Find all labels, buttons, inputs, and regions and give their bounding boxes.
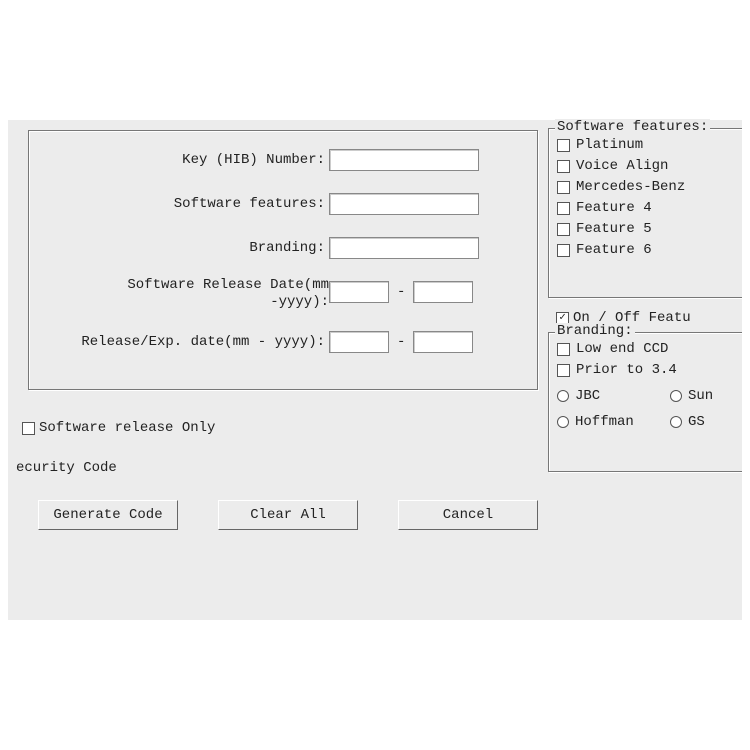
radio-icon: [557, 416, 569, 428]
branding-jbc[interactable]: JBC: [557, 388, 662, 404]
feature-6[interactable]: Feature 6: [557, 242, 742, 258]
branding-prior-to-34[interactable]: Prior to 3.4: [557, 362, 742, 378]
branding-sun[interactable]: Sun: [670, 388, 713, 404]
release-date-label: Software Release Date(mm -yyyy):: [29, 277, 329, 311]
exp-date-label: Release/Exp. date(mm - yyyy):: [29, 334, 329, 350]
cancel-button[interactable]: Cancel: [398, 500, 538, 530]
dash-1: -: [389, 284, 413, 300]
branding-label: Branding:: [29, 240, 329, 256]
features-input[interactable]: [329, 193, 479, 215]
branding-gs[interactable]: GS: [670, 414, 705, 430]
software-features-group: Software features: Platinum Voice Align …: [548, 128, 742, 298]
branding-group: Branding: Low end CCD Prior to 3.4 JBC S…: [548, 332, 742, 472]
feature-5[interactable]: Feature 5: [557, 221, 742, 237]
release-date-mm[interactable]: [329, 281, 389, 303]
checkbox-icon: [557, 364, 570, 377]
dash-2: -: [389, 334, 413, 350]
checkbox-icon: [557, 160, 570, 173]
clear-all-button[interactable]: Clear All: [218, 500, 358, 530]
key-input[interactable]: [329, 149, 479, 171]
feature-mercedes-benz[interactable]: Mercedes-Benz: [557, 179, 742, 195]
branding-low-end-ccd[interactable]: Low end CCD: [557, 341, 742, 357]
branding-hoffman[interactable]: Hoffman: [557, 414, 662, 430]
checkbox-icon: [557, 223, 570, 236]
checkbox-icon: [22, 422, 35, 435]
radio-icon: [670, 390, 682, 402]
branding-title: Branding:: [555, 323, 635, 339]
checkbox-icon: [557, 139, 570, 152]
checkbox-icon: [557, 202, 570, 215]
radio-icon: [557, 390, 569, 402]
feature-4[interactable]: Feature 4: [557, 200, 742, 216]
feature-platinum[interactable]: Platinum: [557, 137, 742, 153]
checkbox-icon: [557, 181, 570, 194]
release-date-yyyy[interactable]: [413, 281, 473, 303]
security-code-label: ecurity Code: [16, 460, 117, 476]
feature-voice-align[interactable]: Voice Align: [557, 158, 742, 174]
main-panel: Key (HIB) Number: Software features: Bra…: [8, 120, 742, 620]
software-release-only-label: Software release Only: [39, 420, 215, 436]
checkbox-icon: [557, 343, 570, 356]
key-label: Key (HIB) Number:: [29, 152, 329, 168]
form-frame: Key (HIB) Number: Software features: Bra…: [28, 130, 538, 390]
software-release-only-checkbox[interactable]: Software release Only: [22, 420, 215, 436]
release-date-label-l2: -yyyy):: [29, 294, 329, 311]
release-date-label-l1: Software Release Date(mm: [29, 277, 329, 294]
exp-date-mm[interactable]: [329, 331, 389, 353]
software-features-title: Software features:: [555, 119, 710, 135]
branding-input[interactable]: [329, 237, 479, 259]
checkbox-icon: [557, 244, 570, 257]
features-label: Software features:: [29, 196, 329, 212]
radio-icon: [670, 416, 682, 428]
generate-code-button[interactable]: Generate Code: [38, 500, 178, 530]
exp-date-yyyy[interactable]: [413, 331, 473, 353]
